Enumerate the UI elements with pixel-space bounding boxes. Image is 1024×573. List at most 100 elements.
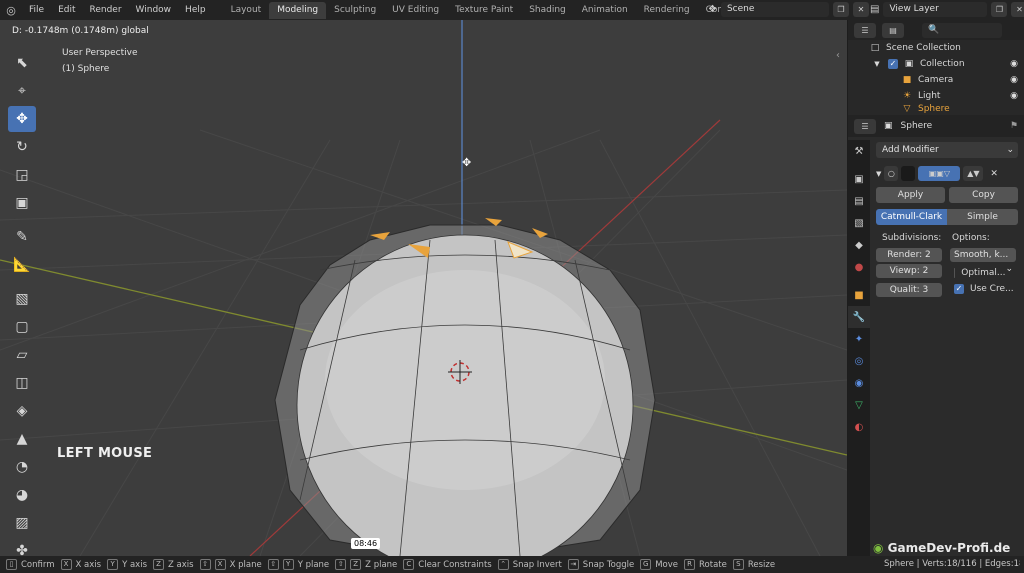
object-tab-icon[interactable]: ■ (848, 284, 870, 306)
outliner-row-scene-collection[interactable]: □ Scene Collection (848, 40, 1024, 56)
3d-viewport[interactable]: D: -0.1748m (0.1748m) global User Perspe… (0, 20, 847, 556)
move-modifier-icon[interactable]: ▲▼ (963, 166, 984, 181)
eye-icon[interactable]: ◉ (1010, 75, 1018, 85)
pin-icon[interactable]: ⚑ (1010, 121, 1018, 131)
optimal-display-row[interactable]: Optimal... (950, 265, 1005, 281)
menu-help[interactable]: Help (178, 0, 213, 20)
output-tab-icon[interactable]: ▤ (848, 190, 870, 212)
quality-field[interactable]: Qualit: 3 (876, 283, 942, 297)
world-tab-icon[interactable]: ● (848, 256, 870, 278)
delete-scene-icon[interactable]: ✕ (852, 2, 869, 17)
new-view-layer-icon[interactable]: ❐ (991, 2, 1008, 17)
status-z-plane: Z plane (365, 559, 398, 570)
extrude-icon[interactable]: ▧ (8, 286, 36, 312)
outliner-row-camera[interactable]: ■ Camera ◉ (848, 72, 1024, 88)
outliner-row-sphere[interactable]: ▽ Sphere (848, 104, 1024, 114)
eye-icon[interactable]: ◉ (1010, 91, 1018, 101)
scale-icon[interactable]: ◲ (8, 162, 36, 188)
workspace-tabs: Layout Modeling Sculpting UV Editing Tex… (223, 0, 770, 20)
shift-key-icon: ⇧ (199, 559, 211, 570)
use-crease-checkbox[interactable]: ✓ (954, 284, 964, 294)
render-tab-icon[interactable]: ▣ (848, 168, 870, 190)
transform-icon[interactable]: ▣ (8, 190, 36, 216)
poly-build-icon[interactable]: ▲ (8, 426, 36, 452)
outliner-row-collection[interactable]: ▼ ✓ ▣ Collection ◉ (848, 56, 1024, 72)
tool-tab-icon[interactable]: ⚒ (848, 140, 870, 162)
outliner-row-light[interactable]: ☀ Light ◉ (848, 88, 1024, 104)
uv-smooth-dropdown[interactable]: Smooth, k... ⌄ (950, 248, 1016, 274)
smooth-icon[interactable]: ◕ (8, 482, 36, 508)
light-icon: ☀ (902, 91, 912, 101)
tab-uv-editing[interactable]: UV Editing (384, 2, 447, 19)
knife-icon[interactable]: ◈ (8, 398, 36, 424)
tab-layout[interactable]: Layout (223, 2, 270, 19)
bevel-icon[interactable]: ▱ (8, 342, 36, 368)
use-crease-row[interactable]: ✓ Use Cre... (950, 281, 1016, 297)
copy-button[interactable]: Copy (949, 187, 1018, 203)
tab-shading[interactable]: Shading (521, 2, 574, 19)
display-mode-icon[interactable]: ▤ (882, 22, 904, 38)
editor-type-icon[interactable]: ☰ (854, 118, 876, 134)
subdivisions-label: Subdivisions: (882, 233, 942, 243)
eye-icon[interactable]: ◉ (1010, 59, 1018, 69)
mouse-icon: ▯ (6, 559, 17, 570)
particles-tab-icon[interactable]: ✦ (848, 328, 870, 350)
viewport-levels-field[interactable]: Viewp: 2 (876, 264, 942, 278)
modifier-visibility-icons[interactable]: ▣▣▽ (918, 166, 961, 181)
tab-animation[interactable]: Animation (574, 2, 636, 19)
tab-rendering[interactable]: Rendering (636, 2, 698, 19)
blender-logo-icon[interactable]: ◎ (0, 0, 22, 20)
loop-cut-icon[interactable]: ◫ (8, 370, 36, 396)
physics-tab-icon[interactable]: ◎ (848, 350, 870, 372)
status-rotate: Rotate (699, 559, 727, 570)
view-layer-icon: ▤ (870, 4, 880, 15)
scene-stats: Sphere | Verts:18/116 | Edges:18/ (884, 559, 1020, 569)
modifier-tab-icon[interactable]: 🔧 (848, 306, 870, 328)
scene-icon: ❖ (708, 4, 717, 15)
rotate-icon[interactable]: ↻ (8, 134, 36, 160)
status-y-plane: Y plane (297, 559, 330, 570)
simple-button[interactable]: Simple (947, 209, 1018, 225)
menu-file[interactable]: File (22, 0, 51, 20)
cursor-icon[interactable]: ⌖ (8, 78, 36, 104)
tab-modeling[interactable]: Modeling (269, 1, 327, 19)
collapse-icon[interactable]: ▼ (876, 170, 881, 178)
move-icon[interactable]: ✥ (8, 106, 36, 132)
collection-checkbox-icon[interactable]: ✓ (888, 59, 898, 69)
spin-icon[interactable]: ◔ (8, 454, 36, 480)
scene-field[interactable]: Scene (720, 2, 829, 17)
inset-icon[interactable]: ▢ (8, 314, 36, 340)
tab-texture-paint[interactable]: Texture Paint (447, 2, 521, 19)
sidebar-toggle-icon[interactable]: ‹ (836, 50, 840, 61)
material-tab-icon[interactable]: ◐ (848, 416, 870, 438)
delete-view-layer-icon[interactable]: ✕ (1011, 2, 1024, 17)
menu-render[interactable]: Render (83, 0, 129, 20)
modifier-name-field[interactable] (901, 166, 916, 181)
new-scene-icon[interactable]: ❐ (832, 2, 849, 17)
add-modifier-dropdown[interactable]: Add Modifier ⌄ (876, 142, 1018, 158)
catmull-clark-button[interactable]: Catmull-Clark (876, 209, 947, 225)
annotate-icon[interactable]: ✎ (8, 224, 36, 250)
remove-modifier-icon[interactable]: ✕ (990, 169, 998, 179)
render-levels-field[interactable]: Render: 2 (876, 248, 942, 262)
apply-button[interactable]: Apply (876, 187, 945, 203)
constraints-tab-icon[interactable]: ◉ (848, 372, 870, 394)
outliner: ☰ ▤ 🔍 □ Scene Collection ▼ ✓ ▣ Collectio… (848, 20, 1024, 115)
object-name-label: (1) Sphere (62, 64, 110, 74)
watermark: ◉ GameDev-Profi.de (873, 541, 1010, 555)
scene-tab-icon[interactable]: ◆ (848, 234, 870, 256)
editor-type-icon[interactable]: ☰ (854, 22, 876, 38)
view-layer-tab-icon[interactable]: ▧ (848, 212, 870, 234)
menu-window[interactable]: Window (129, 0, 179, 20)
view-layer-field[interactable]: View Layer (883, 2, 988, 17)
outliner-search-icon[interactable]: 🔍 (922, 22, 1002, 38)
edge-slide-icon[interactable]: ▨ (8, 510, 36, 536)
expand-icon[interactable]: ▼ (870, 60, 884, 68)
data-tab-icon[interactable]: ▽ (848, 394, 870, 416)
menu-edit[interactable]: Edit (51, 0, 82, 20)
shrink-fatten-icon[interactable]: ✤ (8, 538, 36, 556)
select-box-icon[interactable]: ⬉ (8, 50, 36, 76)
tab-sculpting[interactable]: Sculpting (326, 2, 384, 19)
optimal-display-checkbox[interactable] (954, 268, 956, 278)
measure-icon[interactable]: 📐 (8, 252, 36, 278)
